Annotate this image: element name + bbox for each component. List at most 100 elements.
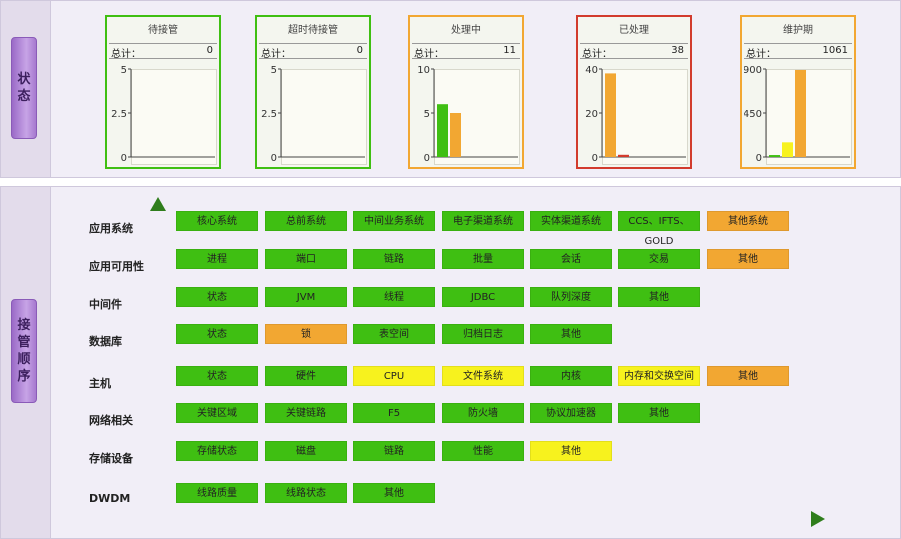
- monitor-item-button[interactable]: 性能: [442, 441, 524, 461]
- monitor-item-button[interactable]: JDBC: [442, 287, 524, 307]
- monitor-item-button[interactable]: CCS、IFTS、GOLD: [618, 211, 700, 247]
- monitor-item-button[interactable]: 其他: [353, 483, 435, 503]
- status-card[interactable]: 超时待接管总计： 0 5 2.5 0: [255, 15, 371, 169]
- monitor-item-button[interactable]: 协议加速器: [530, 403, 612, 423]
- monitor-item-button[interactable]: 线路状态: [265, 483, 347, 503]
- monitor-item-button[interactable]: 会话: [530, 249, 612, 269]
- monitor-item-button[interactable]: 状态: [176, 287, 258, 307]
- monitor-item-button[interactable]: 总前系统: [265, 211, 347, 231]
- y-tick-label: 10: [417, 65, 430, 76]
- monitor-item-button[interactable]: 队列深度: [530, 287, 612, 307]
- monitor-item-button[interactable]: 实体渠道系统: [530, 211, 612, 231]
- y-tick-label: 0: [424, 153, 430, 164]
- monitor-item-button[interactable]: 线路质量: [176, 483, 258, 503]
- card-total-row: 总计： 38: [580, 43, 688, 60]
- bar-chart: 40 20 0: [585, 65, 686, 164]
- monitor-item-button[interactable]: 锁: [265, 324, 347, 344]
- monitor-item-button[interactable]: 硬件: [265, 366, 347, 386]
- monitor-item-button[interactable]: 状态: [176, 324, 258, 344]
- monitor-item-button[interactable]: 其他: [530, 441, 612, 461]
- chart-bar[interactable]: [450, 113, 461, 157]
- bar-chart: 10 5 0: [417, 65, 518, 164]
- chart-bar[interactable]: [605, 73, 616, 157]
- monitor-item-button[interactable]: 表空间: [353, 324, 435, 344]
- monitor-item-button[interactable]: JVM: [265, 287, 347, 307]
- bar-chart: 52.50: [261, 65, 365, 164]
- total-value: 0: [206, 45, 213, 56]
- y-tick-label: 0: [592, 153, 598, 164]
- monitor-item-button[interactable]: 中间业务系统: [353, 211, 435, 231]
- status-card[interactable]: 待接管 总计： 0 5 2.5 0: [105, 15, 221, 169]
- monitor-item-button[interactable]: F5: [353, 403, 435, 423]
- y-tick-label: 0: [756, 153, 762, 164]
- monitor-item-button[interactable]: 内存和交换空间: [618, 366, 700, 386]
- monitor-item-button[interactable]: 关键链路: [265, 403, 347, 423]
- monitor-item-button[interactable]: 其他: [707, 249, 789, 269]
- total-value: 11: [503, 45, 516, 56]
- monitor-item-button[interactable]: 核心系统: [176, 211, 258, 231]
- monitor-item-button[interactable]: 内核: [530, 366, 612, 386]
- card-title: 维护期: [783, 25, 813, 36]
- monitor-item-button[interactable]: 其他: [618, 287, 700, 307]
- priority-axes: [150, 197, 825, 527]
- card-title: 超时待接管: [288, 25, 338, 36]
- monitor-item-button[interactable]: 文件系统: [442, 366, 524, 386]
- monitor-item-button[interactable]: 状态: [176, 366, 258, 386]
- y-tick-label: 900: [744, 65, 762, 76]
- status-label-char: 状: [17, 72, 31, 87]
- monitor-item-button[interactable]: 其他: [618, 403, 700, 423]
- card-total-row: 总计： 0: [109, 43, 217, 60]
- card-title: 已处理: [619, 25, 649, 36]
- chart-bar[interactable]: [769, 155, 780, 157]
- chart-bar[interactable]: [618, 154, 629, 157]
- status-panel: 状态 待接管 总计： 0 5 2.5 0 超时待接管 总计： 0 5 2.5 0 处理中 总计： 11 10 5…: [0, 0, 901, 178]
- total-label: 总计：: [261, 49, 291, 60]
- chart-bar[interactable]: [795, 69, 806, 157]
- monitor-item-button[interactable]: 磁盘: [265, 441, 347, 461]
- monitor-item-button[interactable]: 电子渠道系统: [442, 211, 524, 231]
- total-value: 1061: [822, 45, 848, 56]
- total-label: 总计：: [111, 49, 141, 60]
- row-label: 中间件: [89, 298, 122, 311]
- row-label: 应用系统: [89, 222, 133, 235]
- monitor-item-button[interactable]: 批量: [442, 249, 524, 269]
- status-card[interactable]: 已处理总计： 38 40 20 0: [576, 15, 692, 169]
- vertical-axis-arrowhead: [150, 197, 166, 211]
- monitor-item-button[interactable]: 进程: [176, 249, 258, 269]
- monitor-item-button[interactable]: 端口: [265, 249, 347, 269]
- monitor-item-button[interactable]: 线程: [353, 287, 435, 307]
- status-section-tab[interactable]: 状态: [11, 37, 37, 139]
- monitor-item-button[interactable]: 链路: [353, 441, 435, 461]
- y-tick-label: 0: [121, 153, 127, 164]
- row-label: 存储设备: [89, 452, 133, 465]
- monitor-item-button[interactable]: 链路: [353, 249, 435, 269]
- monitor-item-button[interactable]: 防火墙: [442, 403, 524, 423]
- card-total-row: 总计： 1061: [744, 43, 852, 60]
- monitor-item-button[interactable]: 存储状态: [176, 441, 258, 461]
- card-title: 处理中: [451, 25, 481, 36]
- bar-chart: 52.50: [111, 65, 215, 164]
- total-label: 总计：: [582, 49, 612, 60]
- bar-chart: 900 450 0: [744, 65, 850, 164]
- status-card[interactable]: 处理中 总计： 11 10 5 0: [408, 15, 524, 169]
- monitor-item-button[interactable]: 其他: [530, 324, 612, 344]
- monitor-item-button[interactable]: 其他: [707, 366, 789, 386]
- monitor-item-button[interactable]: 交易: [618, 249, 700, 269]
- y-tick-label: 0: [271, 153, 277, 164]
- card-title: 待接管: [148, 25, 178, 36]
- monitor-item-button[interactable]: 关键区域: [176, 403, 258, 423]
- status-card[interactable]: 维护期总计： 1061 900 450 0: [740, 15, 856, 169]
- monitor-item-button[interactable]: 归档日志: [442, 324, 524, 344]
- row-label: 应用可用性: [89, 260, 144, 273]
- chart-bar[interactable]: [437, 104, 448, 157]
- chart-bar[interactable]: [782, 142, 793, 157]
- row-label: 数据库: [89, 335, 122, 348]
- status-label-char: 态: [17, 89, 31, 104]
- y-tick-label: 450: [744, 109, 762, 120]
- monitor-item-button[interactable]: CPU: [353, 366, 435, 386]
- y-tick-label: 5: [121, 65, 127, 76]
- monitor-item-button[interactable]: 其他系统: [707, 211, 789, 231]
- total-value: 38: [671, 45, 684, 56]
- y-tick-label: 2.5: [111, 109, 127, 120]
- takeover-order-panel: 接管顺序 应用系统 核心系统 总前系统 中间业务系统 电子渠道系统 实体渠道系统 CCS、I…: [0, 186, 901, 539]
